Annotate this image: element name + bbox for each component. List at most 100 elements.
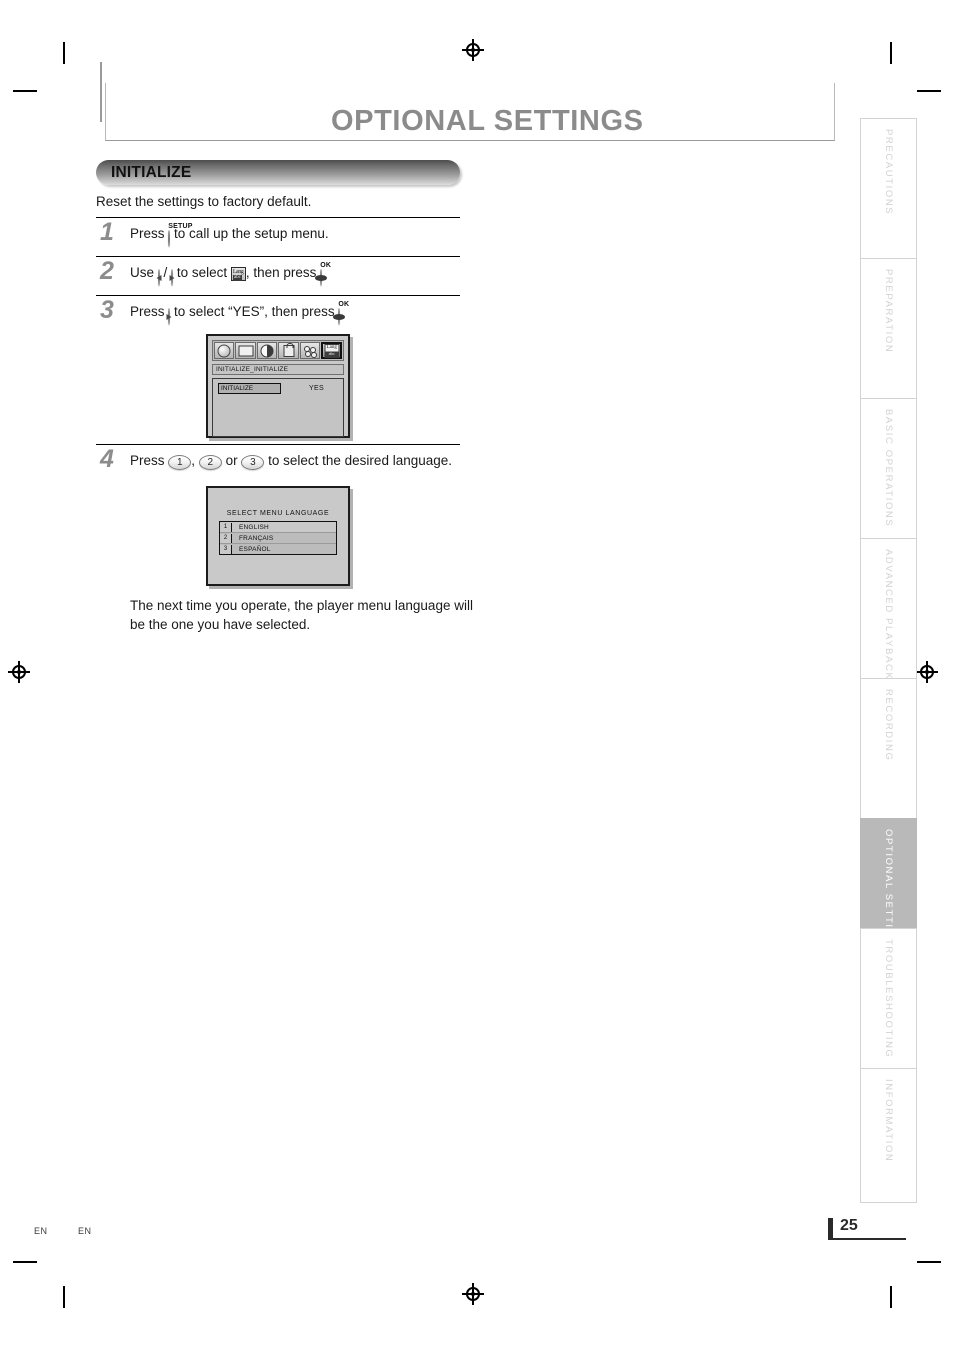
left-arrow-button-glyph[interactable] [156,267,162,289]
ok-button-caption-step2: OK [320,262,332,269]
step-3-text-a: Press [130,304,165,319]
osd-language-name: ENGLISH [239,523,269,531]
ok-button-caption-step3: OK [338,301,350,308]
step-1-number: 1 [100,218,114,246]
step-4-comma: , [191,453,196,468]
number-button-1[interactable]: 1 [168,455,192,470]
lock-icon[interactable] [278,342,299,359]
ok-button-glyph-step2[interactable]: OK [315,262,331,289]
step-2-separator: / [163,265,168,280]
osd-language-list: 1 ENGLISH 2 FRANÇAIS 3 ESPAÑOL [219,521,337,555]
right-arrow-button-glyph[interactable] [169,267,175,289]
section-header-label: INITIALIZE [111,164,192,181]
sidebar-tab-label: BASIC OPERATIONS [883,409,894,528]
osd-language-wrap: SELECT MENU LANGUAGE 1 ENGLISH 2 FRANÇAI… [206,486,460,586]
footer-lang-left: EN [34,1226,48,1236]
step-4-text-b: to select the desired language. [268,453,453,468]
setup-button-caption: SETUP [168,223,193,230]
main-content: INITIALIZE Reset the settings to factory… [96,160,473,640]
osd-initialize-row[interactable]: INITIALIZE YES [218,383,344,394]
step-3: 3 Press to select “YES”, then press OK . [96,295,460,444]
list-item[interactable]: 2 FRANÇAIS [220,533,336,544]
crop-mark-top-right-horizontal [917,90,941,92]
step-3-text-b: to select “YES”, then press [174,304,335,319]
registration-mark-top [462,39,486,63]
osd-language-name: ESPAÑOL [239,545,271,553]
osd-language-screen: SELECT MENU LANGUAGE 1 ENGLISH 2 FRANÇAI… [206,486,350,586]
crop-mark-bottom-right-vertical [890,1286,892,1308]
osd-breadcrumb: INITIALIZE_INITIALIZE [212,364,344,375]
number-button-1-label: 1 [177,457,183,468]
osd-panel: INITIALIZE YES [212,378,344,437]
section-intro-text: Reset the settings to factory default. [96,194,312,209]
osd-item-label: INITIALIZE [218,383,281,394]
sidebar-tab-label: TROUBLESHOOTING [883,939,894,1059]
number-button-3[interactable]: 3 [241,455,265,470]
sidebar-tab-precautions[interactable]: PRECAUTIONS [860,118,917,259]
osd-item-value: YES [309,385,324,392]
osd-initialize-wrap: Lang abc INITIALIZE_INITIALIZE INITIALIZE… [206,334,460,438]
sidebar-tab-advanced-playback[interactable]: ADVANCED PLAYBACK [860,538,917,681]
sidebar-tab-label: INFORMATION [883,1079,894,1163]
osd-language-number: 1 [220,522,232,532]
crop-mark-top-right-vertical [890,42,892,64]
osd-icon-bar: Lang abc [212,340,344,361]
sidebar-tab-recording[interactable]: RECORDING [860,678,917,819]
crop-mark-top-left-horizontal [13,90,37,92]
crop-mark-bottom-right-horizontal [917,1261,941,1263]
step-2-text-c: , then press [245,265,317,280]
osd-language-name: FRANÇAIS [239,534,274,542]
outro-text: The next time you operate, the player me… [130,598,473,632]
page-title: OPTIONAL SETTINGS [331,105,644,137]
page-number: 25 [840,1217,858,1234]
step-4-number: 4 [100,445,114,473]
number-button-2[interactable]: 2 [198,455,222,470]
sidebar-tab-label: PREPARATION [883,269,894,354]
sidebar-tab-label: ADVANCED PLAYBACK [883,549,894,681]
right-arrow-button-glyph-step3[interactable] [166,306,172,328]
step-4-or: or [225,453,238,468]
display-icon[interactable] [235,342,256,359]
custom-icon[interactable] [299,342,321,359]
step-2: 2 Use / to select Lang abc, then press OK… [96,256,460,295]
registration-mark-right [916,661,940,685]
step-2-number: 2 [100,257,114,285]
step-1-text-before: Press [130,226,165,241]
setup-button-glyph[interactable]: SETUP [168,223,192,250]
sidebar-tab-optional-settings[interactable]: OPTIONAL SETTINGS [860,818,917,954]
sidebar-tab-label: RECORDING [883,689,894,762]
number-button-3-label: 3 [250,457,256,468]
osd-language-number: 2 [220,533,232,543]
sidebar-tab-information[interactable]: INFORMATION [860,1068,917,1203]
step-4-text-a: Press [130,453,165,468]
step-3-number: 3 [100,296,114,324]
number-button-2-label: 2 [207,457,214,468]
ok-button-glyph-step3[interactable]: OK [333,301,349,328]
language-menu-icon: Lang abc [230,267,246,281]
step-4: 4 Press 1, 2 or 3 to select the desired … [96,444,473,640]
osd-initialize-screen: Lang abc INITIALIZE_INITIALIZE INITIALIZE… [206,334,350,438]
list-item[interactable]: 1 ENGLISH [220,522,336,533]
contrast-icon[interactable] [256,342,278,359]
registration-mark-bottom [462,1283,486,1307]
step-1-text-after: to call up the setup menu. [174,226,329,241]
section-header-initialize: INITIALIZE [96,160,460,185]
crop-mark-top-left-vertical [63,42,65,64]
footer-lang-right: EN [78,1226,92,1236]
osd-language-number: 3 [220,544,232,554]
language-icon[interactable]: Lang abc [321,342,342,359]
step-3-body: Press to select “YES”, then press OK . [130,301,460,328]
registration-mark-left [8,661,32,685]
sidebar-tab-label: PRECAUTIONS [883,129,894,216]
list-item[interactable]: 3 ESPAÑOL [220,544,336,554]
step-4-body: Press 1, 2 or 3 to select the desired la… [130,450,460,472]
disc-icon[interactable] [214,342,235,359]
sidebar-tab-troubleshooting[interactable]: TROUBLESHOOTING [860,928,917,1069]
step-2-body: Use / to select Lang abc, then press OK . [130,262,460,289]
sidebar-tab-basic-operations[interactable]: BASIC OPERATIONS [860,398,917,539]
step-1-body: Press SETUP to call up the setup menu. [130,223,460,250]
crop-mark-bottom-left-horizontal [13,1261,37,1263]
osd-language-title: SELECT MENU LANGUAGE [226,510,330,517]
sidebar-tab-preparation[interactable]: PREPARATION [860,258,917,399]
step-1: 1 Press SETUP to call up the setup menu. [96,217,460,256]
